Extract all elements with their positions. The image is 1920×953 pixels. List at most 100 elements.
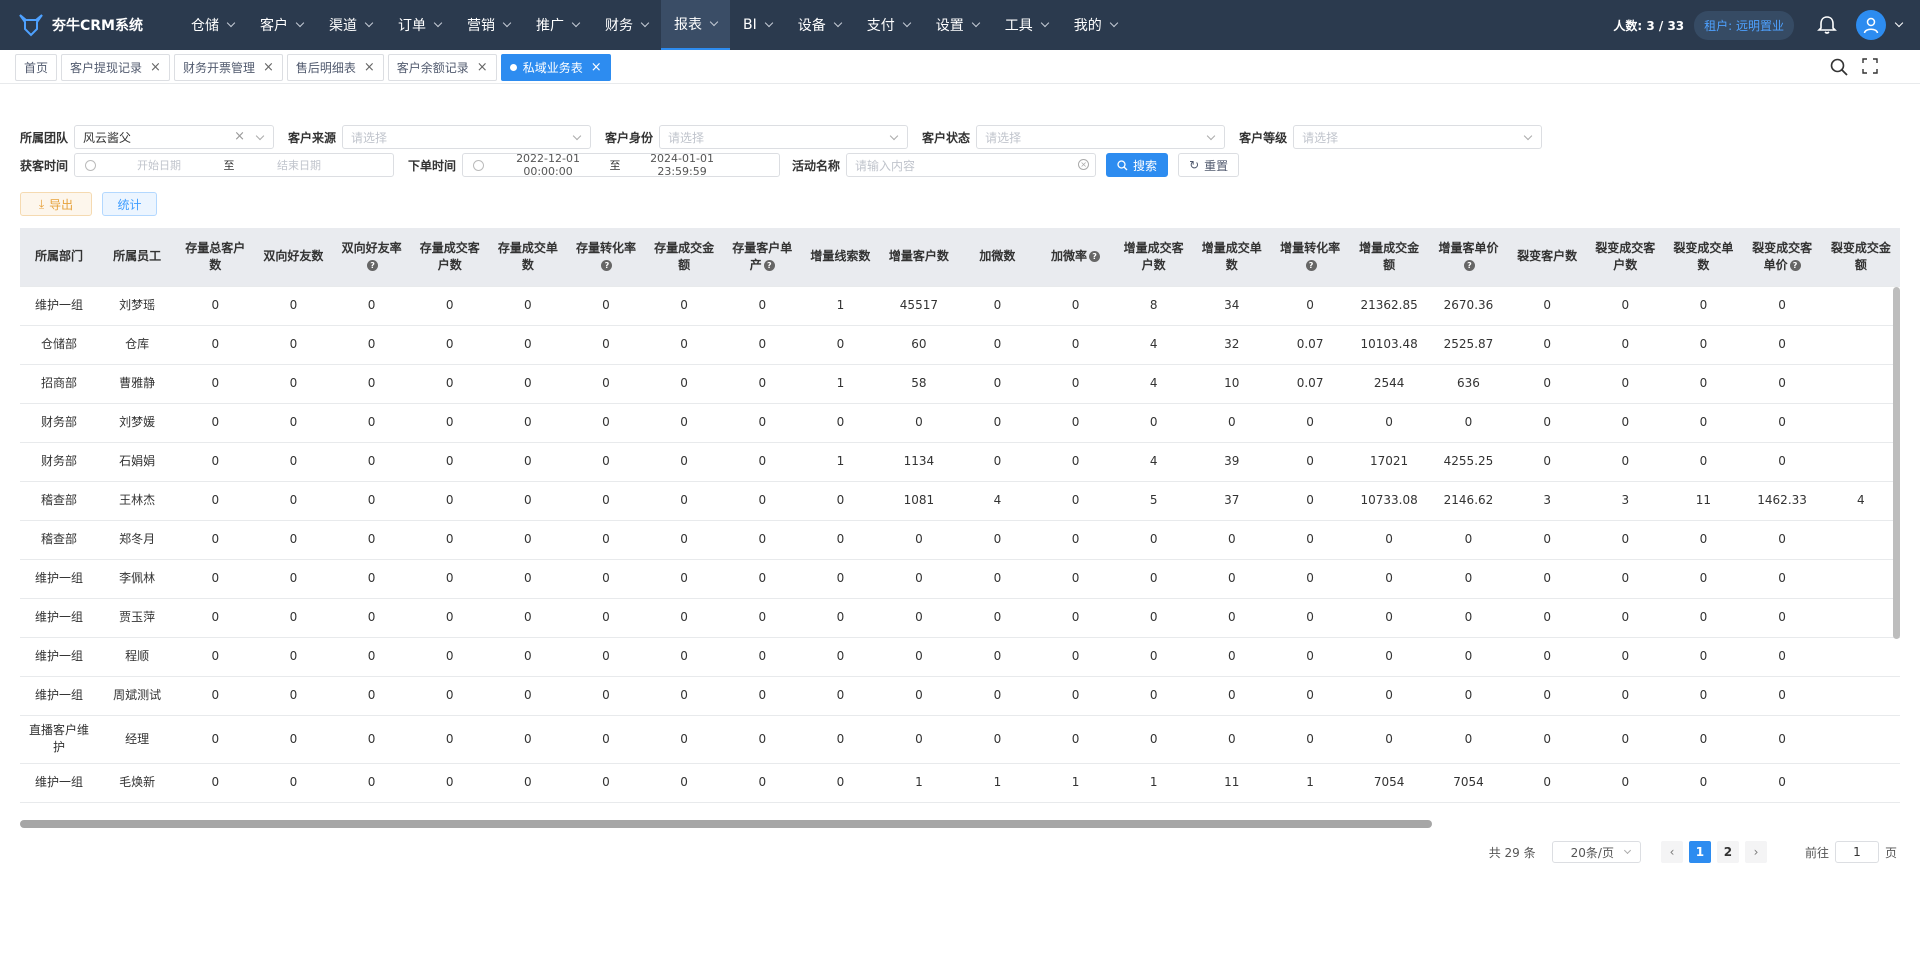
tab-0[interactable]: 首页 [15, 54, 58, 81]
nav-item-6[interactable]: 财务 [592, 0, 661, 50]
app-title: 夯牛CRM系统 [52, 18, 143, 34]
avatar[interactable] [1856, 10, 1886, 40]
tab-4[interactable]: 客户余额记录 × [387, 54, 497, 81]
table-cell [1821, 763, 1900, 803]
table-row[interactable]: 维护一组 周斌测试 0 0 0 0 0 0 0 0 0 0 0 0 0 0 0 0 0 0 0 0 0 [20, 676, 1900, 716]
table-row[interactable]: 维护一组 李佩林 0 0 0 0 0 0 0 0 0 0 0 0 0 0 0 0 0 0 0 0 0 [20, 559, 1900, 599]
table-row[interactable]: 维护一组 贾玉萍 0 0 0 0 0 0 0 0 0 0 0 0 0 0 0 0 0 0 0 0 0 [20, 598, 1900, 638]
horizontal-scrollbar[interactable] [20, 820, 1432, 828]
table-cell: 0 [801, 598, 880, 638]
status-select[interactable]: 请选择 [976, 125, 1226, 149]
clear-icon[interactable]: × [234, 129, 245, 144]
vertical-scrollbar[interactable] [1893, 287, 1900, 639]
close-icon[interactable]: × [150, 60, 161, 75]
table-cell: 0 [1114, 715, 1193, 764]
table-cell: 0 [1036, 403, 1115, 443]
table-cell: 0 [332, 442, 411, 482]
close-icon[interactable]: × [477, 60, 488, 75]
close-icon[interactable]: × [263, 60, 274, 75]
goto-page-input[interactable]: 1 [1834, 841, 1879, 863]
nav-item-3[interactable]: 订单 [385, 0, 454, 50]
search-button[interactable]: 搜索 [1106, 153, 1169, 177]
tab-label: 售后明细表 [295, 61, 356, 75]
tab-5[interactable]: 私域业务表 × [500, 54, 611, 81]
acquire-date-range[interactable]: 开始日期 至 结束日期 [74, 153, 395, 177]
table-cell: 636 [1428, 364, 1509, 404]
column-header: 存量客户单产? [723, 228, 802, 287]
table-row[interactable]: 招商部 曹雅静 0 0 0 0 0 0 0 0 1 58 0 0 4 10 0.07 2544 636 0 0 0 0 [20, 364, 1900, 404]
order-start-date[interactable]: 2022-12-01 00:00:00 [492, 152, 604, 178]
help-icon[interactable]: ? [601, 259, 613, 271]
search-icon[interactable] [1830, 58, 1848, 76]
page-button-1[interactable]: 1 [1688, 841, 1711, 863]
prev-page-button[interactable]: ‹ [1660, 841, 1683, 863]
nav-item-5[interactable]: 推广 [523, 0, 592, 50]
table-cell: 0 [1428, 715, 1509, 764]
table-cell: 0 [1664, 715, 1743, 764]
order-end-date[interactable]: 2024-01-01 23:59:59 [626, 152, 738, 178]
table-row[interactable]: 维护一组 毛焕新 0 0 0 0 0 0 0 0 0 1 1 1 1 11 1 7054 7054 0 0 0 0 [20, 763, 1900, 803]
tab-1[interactable]: 客户提现记录 × [61, 54, 170, 81]
table-cell: 维护一组 [20, 763, 99, 803]
acquire-end-date[interactable]: 结束日期 [244, 157, 354, 173]
nav-item-0[interactable]: 仓储 [178, 0, 247, 50]
table-row[interactable]: 直播客户维护 经理 0 0 0 0 0 0 0 0 0 0 0 0 0 0 0 0 0 0 0 0 0 [20, 715, 1900, 764]
table-row[interactable]: 维护一组 刘梦瑶 0 0 0 0 0 0 0 0 1 45517 0 0 8 34 0 21362.85 2670.… [20, 286, 1900, 326]
export-button[interactable]: ⤓ 导出 [20, 192, 92, 216]
table-cell: 0 [1508, 286, 1587, 326]
order-date-range[interactable]: 2022-12-01 00:00:00 至 2024-01-01 23:59:5… [462, 152, 781, 178]
identity-select[interactable]: 请选择 [659, 125, 909, 149]
tenant-badge[interactable]: 租户: 远明置业 [1694, 10, 1794, 40]
help-icon[interactable]: ? [763, 259, 775, 271]
acquire-start-date[interactable]: 开始日期 [104, 157, 214, 173]
nav-item-label: BI [743, 17, 757, 33]
tab-3[interactable]: 售后明细表 × [286, 54, 384, 81]
level-select[interactable]: 请选择 [1293, 125, 1543, 149]
nav-item-7[interactable]: 报表 [661, 0, 730, 50]
fullscreen-icon[interactable] [1862, 58, 1878, 74]
statistics-button[interactable]: 统计 [102, 192, 157, 216]
app-logo[interactable]: 夯牛CRM系统 [18, 12, 143, 38]
next-page-button[interactable]: › [1744, 841, 1767, 863]
nav-item-8[interactable]: BI [730, 0, 785, 50]
nav-item-4[interactable]: 营销 [454, 0, 523, 50]
nav-item-1[interactable]: 客户 [247, 0, 316, 50]
table-row[interactable]: 财务部 石娟娟 0 0 0 0 0 0 0 0 1 1134 0 0 4 39 0 17021 4255.25 0 0 0… [20, 442, 1900, 482]
page-size-select[interactable]: 20条/页 [1551, 841, 1641, 863]
table-row[interactable]: 稽查部 郑冬月 0 0 0 0 0 0 0 0 0 0 0 0 0 0 0 0 0 0 0 0 0 [20, 520, 1900, 560]
nav-item-9[interactable]: 设备 [785, 0, 854, 50]
source-select[interactable]: 请选择 [342, 125, 592, 149]
close-icon[interactable]: × [364, 60, 375, 75]
table-cell: 0 [723, 364, 802, 404]
table-cell: 0 [488, 637, 567, 677]
date-separator: 至 [609, 159, 621, 172]
table-row[interactable]: 稽查部 王林杰 0 0 0 0 0 0 0 0 0 1081 4 0 5 37 0 10733.08 2146.62… [20, 481, 1900, 521]
table-row[interactable]: 维护一组 程顺 0 0 0 0 0 0 0 0 0 0 0 0 0 0 0 0 0 0 0 0 0 [20, 637, 1900, 677]
page-button-2[interactable]: 2 [1716, 841, 1739, 863]
activity-input[interactable]: 请输入内容 × [846, 153, 1097, 177]
nav-item-11[interactable]: 设置 [923, 0, 992, 50]
team-select[interactable]: 风云酱父 × [74, 125, 275, 149]
help-icon[interactable]: ? [1089, 251, 1101, 263]
help-icon[interactable]: ? [1789, 259, 1801, 271]
column-header: 增量成交单数 [1192, 228, 1271, 287]
table-row[interactable]: 财务部 刘梦媛 0 0 0 0 0 0 0 0 0 0 0 0 0 0 0 0 0 0 0 0 0 [20, 403, 1900, 443]
help-icon[interactable]: ? [1463, 259, 1475, 271]
nav-item-10[interactable]: 支付 [854, 0, 923, 50]
level-placeholder: 请选择 [1302, 130, 1339, 145]
table-row[interactable]: 仓储部 仓库 0 0 0 0 0 0 0 0 0 60 0 0 4 32 0.07 10103.48 2525.87… [20, 325, 1900, 365]
tab-2[interactable]: 财务开票管理 × [173, 54, 283, 81]
chevron-down-icon[interactable] [1894, 18, 1904, 28]
clear-circle-icon[interactable]: × [1078, 159, 1090, 170]
help-icon[interactable]: ? [367, 259, 379, 271]
table-cell: 0 [1114, 637, 1193, 677]
column-header-label: 增量成交金额 [1359, 240, 1420, 272]
table-cell: 0 [488, 403, 567, 443]
nav-item-13[interactable]: 我的 [1061, 0, 1130, 50]
reset-button[interactable]: ↻ 重置 [1178, 153, 1240, 177]
bell-icon[interactable] [1816, 14, 1838, 36]
nav-item-2[interactable]: 渠道 [316, 0, 385, 50]
nav-item-12[interactable]: 工具 [992, 0, 1061, 50]
close-icon[interactable]: × [591, 60, 602, 75]
help-icon[interactable]: ? [1305, 259, 1317, 271]
